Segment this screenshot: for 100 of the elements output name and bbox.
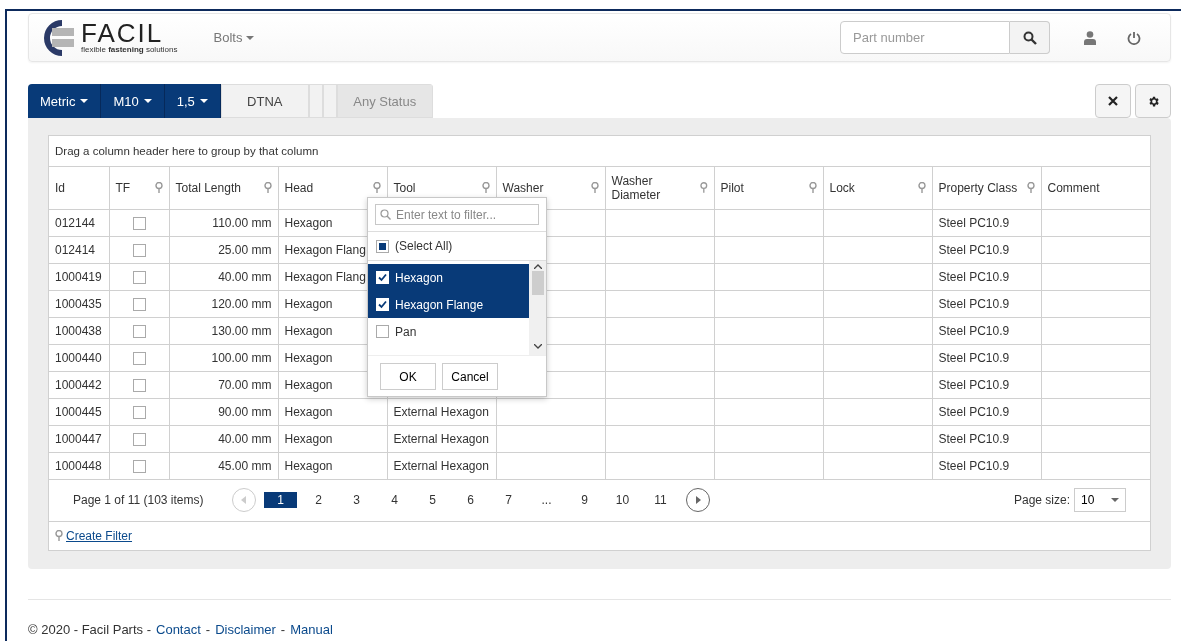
close-button[interactable] [1095,84,1131,118]
table-cell: 25.00 mm [218,242,272,257]
page-button[interactable]: 1 [264,492,298,508]
filter-pin-icon[interactable] [1026,182,1035,194]
footer-link[interactable]: Manual [290,622,333,637]
page-button[interactable]: 6 [465,492,476,508]
check-icon [378,300,387,309]
part-number-field[interactable]: Part number [840,21,1010,54]
footer-link[interactable]: Contact [156,622,201,637]
column-header[interactable]: Tool [393,180,416,195]
column-header[interactable]: Total Length [175,180,241,195]
popup-button[interactable]: Cancel [442,363,498,390]
filter-pin-icon[interactable] [55,530,63,541]
filter-text-field[interactable]: Enter text to filter... [375,204,539,225]
page-button[interactable]: 5 [427,492,438,508]
column-header[interactable]: TF [115,180,131,195]
filter-pin-icon[interactable] [481,182,490,194]
filter-option[interactable]: Hexagon Flange [368,291,529,318]
search-icon [1022,30,1037,45]
tf-checkbox[interactable] [132,270,146,284]
column-header[interactable]: Washer Diameter [611,173,700,202]
table-cell: 012414 [55,242,96,257]
filter-pin-icon[interactable] [372,182,381,194]
table-cell: Steel PC10.9 [938,458,1010,473]
create-filter-link[interactable]: Create Filter [66,528,133,543]
page-button[interactable]: 9 [579,492,590,508]
bolts-menu[interactable]: Bolts [207,29,261,46]
column-header[interactable]: Id [55,180,65,195]
filter-option[interactable]: Pan [368,318,529,345]
table-cell: External Hexagon [393,431,489,446]
scrollbar[interactable] [529,261,546,355]
tf-checkbox[interactable] [132,351,146,365]
page-button[interactable]: 11 [654,492,667,508]
column-header[interactable]: Lock [829,180,855,195]
tf-checkbox[interactable] [132,378,146,392]
table-cell: Steel PC10.9 [938,323,1010,338]
tf-checkbox[interactable] [132,324,146,338]
table-cell: External Hexagon [393,404,489,419]
table-cell: Steel PC10.9 [938,296,1010,311]
table-cell: 130.00 mm [211,323,272,338]
filter-option[interactable]: Hexagon [368,264,529,291]
column-header[interactable]: Pilot [720,180,744,195]
dtna-button[interactable]: DTNA [220,84,309,118]
tf-checkbox[interactable] [132,432,146,446]
table-cell: 120.00 mm [211,296,272,311]
filter-pin-icon[interactable] [699,182,708,194]
page-button[interactable]: ... [541,492,552,508]
table-cell: Steel PC10.9 [938,377,1010,392]
tf-checkbox[interactable] [132,297,146,311]
page-size-select[interactable]: 10 [1074,488,1126,512]
column-header[interactable]: Head [284,180,314,195]
table-cell: 1000442 [55,377,102,392]
toolbar-dropdown[interactable]: M10 [101,84,165,118]
table-cell: Hexagon [284,323,333,338]
footer-link[interactable]: Disclaimer [215,622,276,637]
column-header[interactable]: Comment [1047,180,1100,195]
filter-pin-icon[interactable] [917,182,926,194]
select-all-label: (Select All) [395,239,453,253]
popup-button[interactable]: OK [380,363,436,390]
toolbar-dropdown[interactable]: Metric [28,84,102,118]
table-cell: 90.00 mm [218,404,272,419]
chevron-down-icon [533,344,542,349]
tf-checkbox[interactable] [132,459,146,473]
table-cell: Steel PC10.9 [938,404,1010,419]
filter-pin-icon[interactable] [263,182,272,194]
column-header[interactable]: Washer [502,180,544,195]
tf-checkbox[interactable] [132,216,146,230]
check-icon [378,273,387,282]
table-cell: Hexagon Flang [284,242,366,257]
page-button[interactable]: 7 [503,492,514,508]
filter-pin-icon[interactable] [154,182,163,194]
page-button[interactable]: 4 [389,492,400,508]
settings-button[interactable] [1135,84,1171,118]
table-cell: 1000440 [55,350,102,365]
page-button[interactable]: 2 [313,492,324,508]
triangle-right-icon [694,496,701,504]
table-cell: Steel PC10.9 [938,350,1010,365]
toolbar-dropdown[interactable]: 1,5 [164,84,221,118]
tf-checkbox[interactable] [132,243,146,257]
footer-text: - [205,622,211,637]
search-button[interactable] [1010,21,1050,54]
filter-pin-icon[interactable] [590,182,599,194]
select-all-checkbox[interactable] [376,239,389,253]
table-cell: Hexagon [284,296,333,311]
column-header[interactable]: Property Class [938,180,1018,195]
table-cell: Hexagon Flang [284,269,366,284]
scrollbar-thumb[interactable] [531,271,544,295]
option-checkbox[interactable] [376,325,389,338]
next-page-button[interactable] [685,488,710,512]
tf-checkbox[interactable] [132,405,146,419]
table-cell: 1000435 [55,296,102,311]
table-cell: Steel PC10.9 [938,215,1010,230]
page-size-label: Page size: [1013,493,1070,507]
filter-pin-icon[interactable] [808,182,817,194]
close-icon [1108,96,1118,106]
page-button[interactable]: 10 [615,492,630,508]
table-cell: 40.00 mm [218,431,272,446]
table-cell: Hexagon [284,431,333,446]
page-button[interactable]: 3 [351,492,362,508]
previous-page-button[interactable] [231,488,256,512]
